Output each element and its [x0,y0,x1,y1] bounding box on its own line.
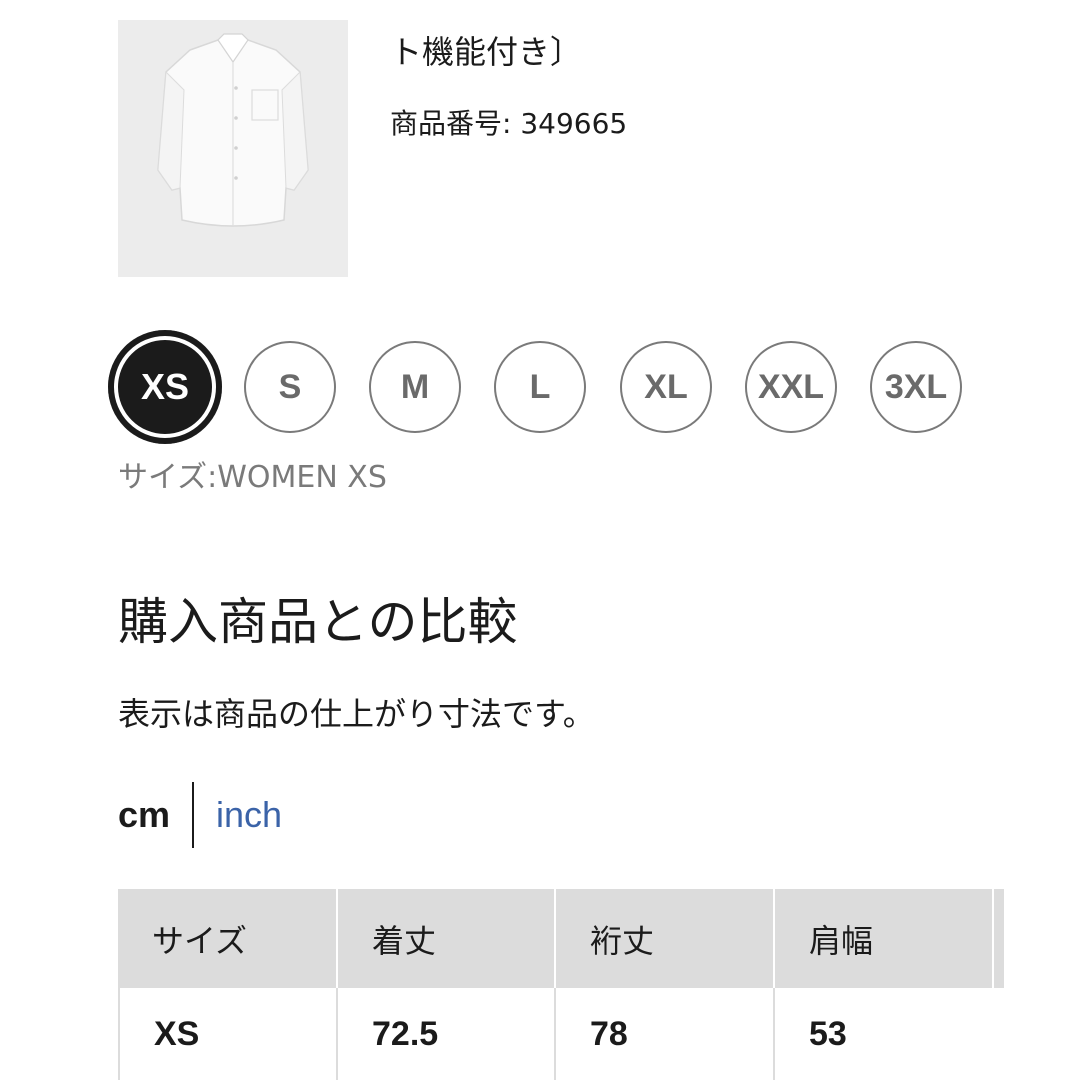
table-cell: XS [118,988,338,1080]
size-option-s[interactable]: S [244,341,336,433]
table-cell: 78 [554,988,775,1080]
table-header-cell: サイズ [118,889,336,988]
product-thumbnail [118,20,348,277]
comparison-title: 購入商品との比較 [118,593,518,651]
selected-size-value: WOMEN XS [217,460,387,495]
size-option-label: M [400,367,430,406]
size-selector: XS S M L XL XXL 3XL [108,330,978,444]
selected-size-caption: サイズ:WOMEN XS [118,458,387,498]
unit-divider [192,782,195,848]
table-header-cell: 裄丈 [556,889,773,988]
table-cell: 53 [773,988,994,1080]
product-number-value: 349665 [520,107,628,140]
size-option-l[interactable]: L [494,341,586,433]
size-comparison-table: サイズ 着丈 裄丈 肩幅 XS 72.5 78 53 [118,889,1004,1080]
size-option-label: S [278,367,302,406]
selected-size-label: サイズ: [118,460,218,495]
comparison-note: 表示は商品の仕上がり寸法です。 [118,695,595,733]
size-option-label: XS [140,366,190,407]
product-number-label: 商品番号: [390,107,512,140]
size-option-label: L [529,367,551,406]
product-number: 商品番号: 349665 [390,104,627,144]
table-row: XS 72.5 78 53 [118,988,1004,1080]
unit-cm-tab[interactable]: cm [118,794,170,836]
unit-toggle: cm inch [118,782,282,848]
table-header-cell: 肩幅 [775,889,992,988]
unit-inch-link[interactable]: inch [216,794,282,836]
size-option-label: XXL [757,367,825,406]
size-option-m[interactable]: M [369,341,461,433]
product-name: ト機能付き〕 [390,33,583,71]
size-option-label: XL [644,367,688,406]
table-header-cell: 着丈 [338,889,554,988]
table-header-row: サイズ 着丈 裄丈 肩幅 [118,889,1004,988]
size-option-3xl[interactable]: 3XL [870,341,962,433]
size-option-xxl[interactable]: XXL [745,341,837,433]
shirt-image [118,20,348,277]
size-option-xs[interactable]: XS [108,330,222,444]
size-option-xl[interactable]: XL [620,341,712,433]
table-header-cell-overflow [994,889,1004,988]
size-option-label: 3XL [884,367,948,406]
table-cell: 72.5 [336,988,556,1080]
size-comparison-page: ト機能付き〕 商品番号: 349665 XS S M L XL XXL 3XL … [0,0,1080,1080]
